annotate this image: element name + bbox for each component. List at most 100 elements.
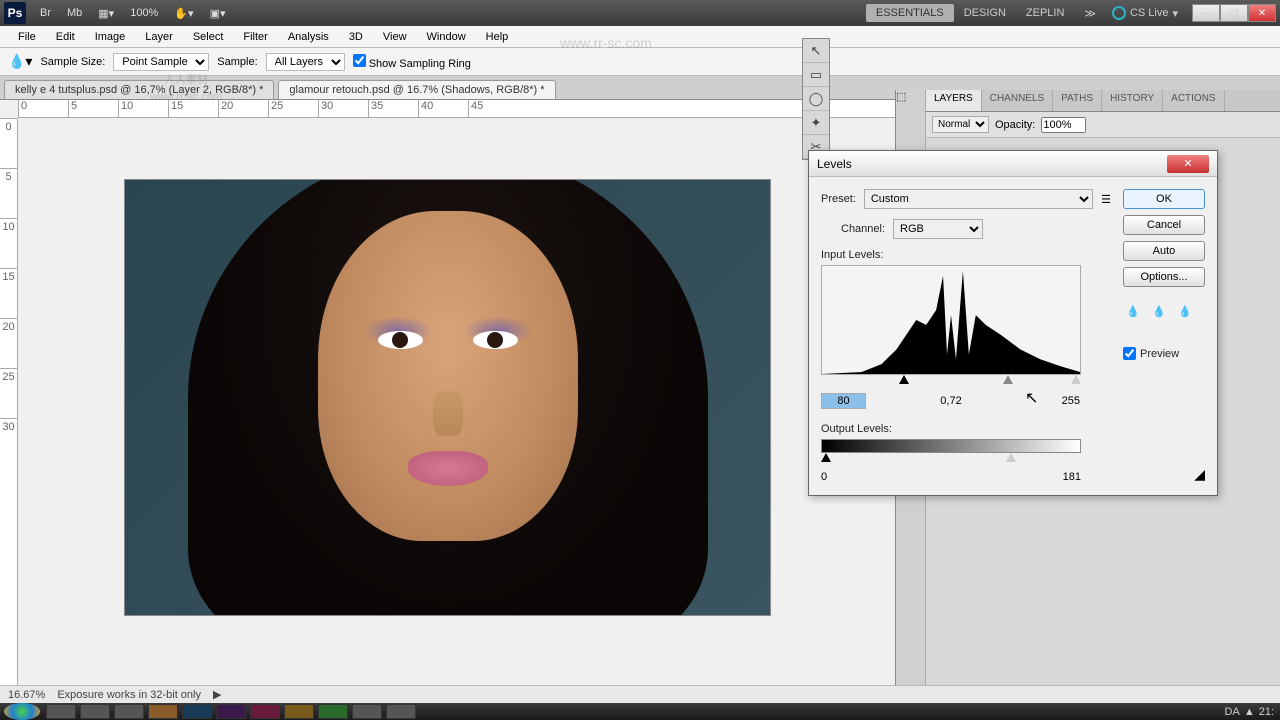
status-zoom[interactable]: 16.67% <box>8 689 45 701</box>
auto-button[interactable]: Auto <box>1123 241 1205 261</box>
levels-dialog: Levels ✕ Preset: Custom ☰ Channel: RGB I… <box>808 150 1218 496</box>
blend-mode-select[interactable]: Normal <box>932 116 989 133</box>
workspace-zeplin[interactable]: ZEPLIN <box>1016 4 1075 22</box>
close-button[interactable]: ✕ <box>1248 4 1276 22</box>
output-white-value: 181 <box>1063 471 1081 483</box>
menu-3d[interactable]: 3D <box>339 28 373 46</box>
minibridge-icon[interactable]: Mb <box>61 5 88 21</box>
workspace-more[interactable]: ≫ <box>1074 4 1106 23</box>
taskbar-premiere-icon[interactable] <box>216 704 246 719</box>
zoom-level[interactable]: 100% <box>124 5 164 21</box>
sample-select[interactable]: All Layers <box>266 53 345 71</box>
ok-button[interactable]: OK <box>1123 189 1205 209</box>
photoshop-logo: Ps <box>4 2 26 24</box>
menu-window[interactable]: Window <box>417 28 476 46</box>
preset-select[interactable]: Custom <box>864 189 1093 209</box>
menu-bar: File Edit Image Layer Select Filter Anal… <box>0 26 1280 48</box>
tray-icon[interactable]: ▲ <box>1244 706 1255 718</box>
taskbar-illustrator-icon[interactable] <box>284 704 314 719</box>
preview-checkbox[interactable] <box>1123 347 1136 360</box>
opacity-label: Opacity: <box>995 119 1035 131</box>
histogram <box>821 265 1081 375</box>
minimize-button[interactable]: — <box>1192 4 1220 22</box>
taskbar-firefox-icon[interactable] <box>46 704 76 719</box>
screen-mode-icon[interactable]: ▦▾ <box>92 5 120 22</box>
input-white-field[interactable] <box>1036 393 1081 409</box>
gamma-slider[interactable] <box>1003 375 1013 384</box>
channels-tab[interactable]: CHANNELS <box>982 90 1053 111</box>
menu-help[interactable]: Help <box>476 28 519 46</box>
sample-label: Sample: <box>217 56 257 68</box>
output-sliders[interactable] <box>821 453 1081 467</box>
start-button[interactable] <box>4 703 40 720</box>
output-black-value: 0 <box>821 471 827 483</box>
lasso-tool-icon[interactable]: ◯ <box>803 87 829 111</box>
options-button[interactable]: Options... <box>1123 267 1205 287</box>
taskbar-app-icon[interactable] <box>386 704 416 719</box>
maximize-button[interactable]: ▢ <box>1220 4 1248 22</box>
output-levels-label: Output Levels: <box>821 423 1111 435</box>
history-tab[interactable]: HISTORY <box>1102 90 1163 111</box>
white-eyedropper-icon[interactable]: 💧 <box>1175 301 1195 321</box>
document-tab-1[interactable]: kelly e 4 tutsplus.psd @ 16,7% (Layer 2,… <box>4 80 274 99</box>
menu-edit[interactable]: Edit <box>46 28 85 46</box>
output-black-slider[interactable] <box>821 453 831 462</box>
menu-analysis[interactable]: Analysis <box>278 28 339 46</box>
opacity-input[interactable] <box>1041 117 1086 133</box>
menu-filter[interactable]: Filter <box>233 28 277 46</box>
menu-view[interactable]: View <box>373 28 417 46</box>
actions-tab[interactable]: ACTIONS <box>1163 90 1224 111</box>
menu-select[interactable]: Select <box>183 28 234 46</box>
output-gradient <box>821 439 1081 453</box>
sample-size-label: Sample Size: <box>40 56 105 68</box>
sample-size-select[interactable]: Point Sample <box>113 53 209 71</box>
output-white-slider[interactable] <box>1006 453 1016 462</box>
black-eyedropper-icon[interactable]: 💧 <box>1123 301 1143 321</box>
show-ring-checkbox[interactable]: Show Sampling Ring <box>353 54 471 70</box>
menu-file[interactable]: File <box>8 28 46 46</box>
marquee-tool-icon[interactable]: ▭ <box>803 63 829 87</box>
app-titlebar: Ps Br Mb ▦▾ 100% ✋▾ ▣▾ ESSENTIALS DESIGN… <box>0 0 1280 26</box>
white-point-slider[interactable] <box>1071 375 1081 384</box>
taskbar-bridge-icon[interactable] <box>148 704 178 719</box>
taskbar-explorer-icon[interactable] <box>80 704 110 719</box>
taskbar-app-icon[interactable] <box>352 704 382 719</box>
tray-lang[interactable]: DA <box>1225 706 1240 718</box>
ruler-vertical: 051015202530 <box>0 118 18 685</box>
layers-tab[interactable]: LAYERS <box>926 90 982 111</box>
document-tab-2[interactable]: glamour retouch.psd @ 16.7% (Shadows, RG… <box>278 80 555 99</box>
cancel-button[interactable]: Cancel <box>1123 215 1205 235</box>
paths-tab[interactable]: PATHS <box>1053 90 1102 111</box>
canvas[interactable] <box>125 180 770 615</box>
eyedropper-icon[interactable]: 💧▾ <box>8 53 32 70</box>
status-bar: 16.67% Exposure works in 32-bit only ▶ <box>0 685 1280 703</box>
arrange-icon[interactable]: ▣▾ <box>204 5 232 22</box>
workspace-design[interactable]: DESIGN <box>954 4 1016 22</box>
options-bar: 💧▾ Sample Size: Point Sample Sample: All… <box>0 48 1280 76</box>
menu-layer[interactable]: Layer <box>135 28 183 46</box>
black-point-slider[interactable] <box>899 375 909 384</box>
taskbar-chrome-icon[interactable] <box>114 704 144 719</box>
move-tool-icon[interactable]: ↖ <box>803 39 829 63</box>
wand-tool-icon[interactable]: ✦ <box>803 111 829 135</box>
preset-menu-icon[interactable]: ☰ <box>1101 193 1111 206</box>
cslive-button[interactable]: CS Live▾ <box>1106 4 1184 22</box>
status-arrow-icon[interactable]: ▶ <box>213 688 221 701</box>
input-gamma-field[interactable] <box>929 393 974 409</box>
resize-grip-icon[interactable]: ◢ <box>1123 466 1205 483</box>
menu-image[interactable]: Image <box>85 28 136 46</box>
gray-eyedropper-icon[interactable]: 💧 <box>1149 301 1169 321</box>
input-sliders[interactable] <box>821 375 1081 389</box>
channel-select[interactable]: RGB <box>893 219 983 239</box>
workspace-essentials[interactable]: ESSENTIALS <box>866 4 954 22</box>
input-black-field[interactable] <box>821 393 866 409</box>
panel-icon[interactable]: ⬚ <box>896 90 925 103</box>
status-doc-info[interactable]: Exposure works in 32-bit only <box>57 689 201 701</box>
taskbar-indesign-icon[interactable] <box>250 704 280 719</box>
bridge-icon[interactable]: Br <box>34 5 57 21</box>
taskbar-photoshop-icon[interactable] <box>182 704 212 719</box>
hand-icon[interactable]: ✋▾ <box>168 5 199 22</box>
dialog-close-button[interactable]: ✕ <box>1167 155 1209 173</box>
taskbar-dreamweaver-icon[interactable] <box>318 704 348 719</box>
taskbar: DA ▲ 21: <box>0 703 1280 720</box>
